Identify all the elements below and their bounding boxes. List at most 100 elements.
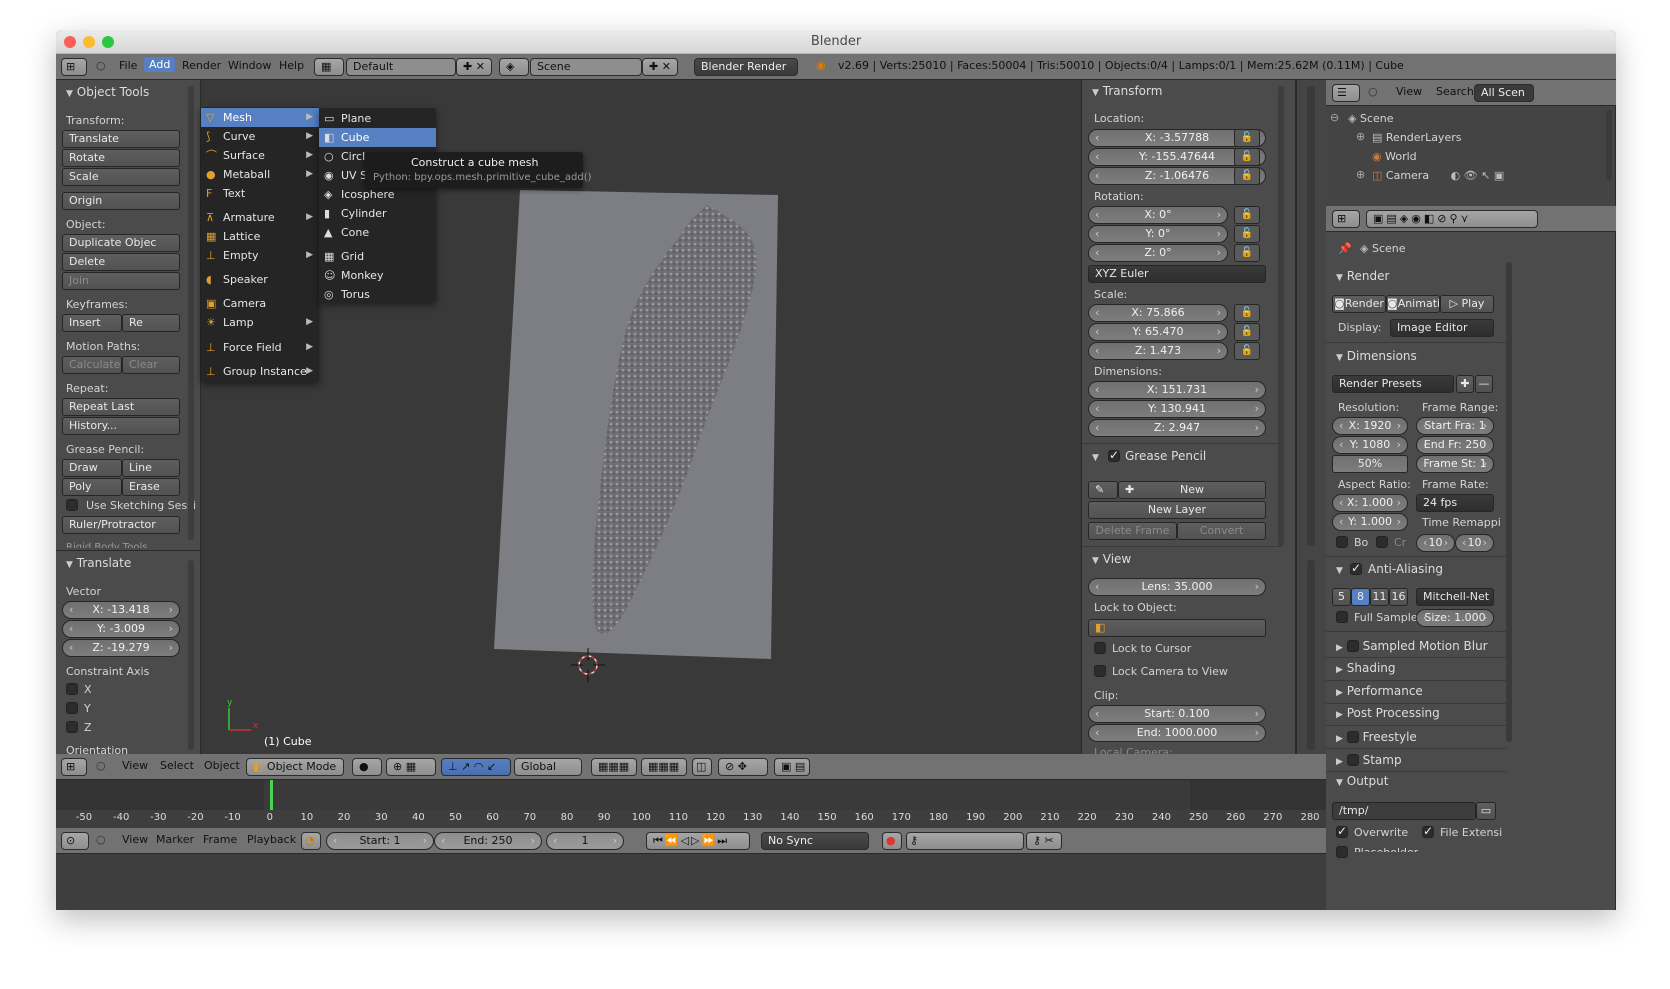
freestyle-header[interactable]: ▶ Freestyle: [1336, 729, 1417, 744]
fps-select[interactable]: 24 fps: [1416, 494, 1494, 512]
constraint-x-checkbox[interactable]: [66, 683, 78, 695]
rotate-button[interactable]: Rotate: [62, 149, 180, 167]
layout-add-remove[interactable]: ✚ ✕: [456, 58, 492, 76]
scene-add-remove[interactable]: ✚ ✕: [642, 58, 678, 76]
repeat-last-button[interactable]: Repeat Last: [62, 398, 180, 416]
outliner-item-renderlayers[interactable]: ▤ RenderLayers: [1372, 131, 1461, 144]
crop-checkbox[interactable]: [1376, 536, 1388, 548]
motion-blur-header[interactable]: ▶ Sampled Motion Blur: [1336, 638, 1488, 653]
scale-y-field[interactable]: Y: 65.470: [1088, 323, 1228, 341]
screen-layout-icon[interactable]: ▦: [314, 58, 344, 76]
add-menu-item-force-field[interactable]: ⊥ Force Field ▶: [201, 338, 319, 357]
layers-b-icon[interactable]: ▦▦▦: [641, 758, 687, 776]
menu-add[interactable]: Add: [144, 57, 176, 72]
expand-renderlayers-icon[interactable]: ⊕: [1356, 130, 1365, 143]
lock-location-z-icon[interactable]: 🔓: [1234, 167, 1260, 185]
vector-y-field[interactable]: Y: -3.009: [62, 620, 180, 638]
sync-mode-select[interactable]: No Sync: [761, 832, 869, 850]
grease-pencil-checkbox[interactable]: [1108, 448, 1120, 462]
timeline-editor-type-icon[interactable]: ⊙: [61, 832, 89, 850]
pencil-icon[interactable]: ✎: [1088, 481, 1118, 499]
properties-editor-scrollbar[interactable]: [1506, 262, 1512, 742]
lock-camera-checkbox[interactable]: [1094, 665, 1106, 677]
rotation-z-field[interactable]: Z: 0°: [1088, 244, 1228, 262]
end-field[interactable]: End: 250: [434, 832, 542, 850]
add-menu-item-speaker[interactable]: ◖ Speaker: [201, 270, 319, 289]
display-select[interactable]: Image Editor: [1390, 319, 1494, 337]
properties-editor-type-icon[interactable]: ⊞: [1332, 210, 1360, 228]
menu-file[interactable]: File: [119, 59, 137, 72]
clip-end-field[interactable]: End: 1000.000: [1088, 724, 1266, 742]
mesh-item-plane[interactable]: ▭ Plane: [319, 109, 436, 128]
aspect-y-field[interactable]: Y: 1.000: [1332, 513, 1408, 531]
poly-button[interactable]: Poly: [62, 478, 122, 496]
border-checkbox[interactable]: [1336, 536, 1348, 548]
erase-button[interactable]: Erase: [122, 478, 180, 496]
render-engine-select[interactable]: Blender Render: [694, 58, 798, 76]
pin-icon[interactable]: 📌: [1338, 242, 1352, 255]
file-extensions-checkbox[interactable]: [1422, 824, 1434, 838]
add-menu-item-curve[interactable]: ⟆ Curve ▶: [201, 127, 319, 146]
add-menu-item-surface[interactable]: ⌒ Surface ▶: [201, 146, 319, 165]
calculate-button[interactable]: Calculate: [62, 356, 122, 374]
join-button[interactable]: Join: [62, 272, 180, 290]
line-button[interactable]: Line: [122, 459, 180, 477]
object-mode-select[interactable]: ◧ Object Mode: [246, 758, 344, 776]
start-field[interactable]: Start: 1: [326, 832, 434, 850]
outliner-filter-select[interactable]: All Scen: [1474, 84, 1534, 102]
menu-render[interactable]: Render: [182, 59, 221, 72]
viewport-shading-icon[interactable]: ●: [352, 758, 382, 776]
add-menu-item-camera[interactable]: ▣ Camera: [201, 294, 319, 313]
insert-key-button[interactable]: Insert: [62, 314, 122, 332]
draw-button[interactable]: Draw: [62, 459, 122, 477]
playback-controls-icons[interactable]: ⏮⏪◁▷⏩⏭: [646, 832, 750, 850]
lock-scale-z-icon[interactable]: 🔓: [1234, 342, 1260, 360]
end-frame-field[interactable]: End Fr: 250: [1416, 436, 1494, 454]
outliner-item-world[interactable]: ◉ World: [1372, 150, 1417, 163]
origin-button[interactable]: Origin: [62, 192, 180, 210]
vector-x-field[interactable]: X: -13.418: [62, 601, 180, 619]
expand-scene-icon[interactable]: ⊖: [1330, 111, 1339, 124]
outliner-scrollbar[interactable]: [1606, 110, 1612, 180]
timeline-area[interactable]: [56, 780, 1326, 810]
vector-z-field[interactable]: Z: -19.279: [62, 639, 180, 657]
outliner-editor-type-icon[interactable]: ☰: [1332, 84, 1360, 102]
dimensions-x-field[interactable]: X: 151.731: [1088, 381, 1266, 399]
view3d-object-menu[interactable]: Object: [204, 759, 240, 772]
placeholders-checkbox[interactable]: [1336, 846, 1348, 858]
convert-button[interactable]: Convert: [1177, 522, 1266, 540]
timeline-frame-menu[interactable]: Frame: [203, 833, 237, 846]
remap-new-field[interactable]: 10: [1455, 534, 1494, 552]
rotation-x-field[interactable]: X: 0°: [1088, 206, 1228, 224]
dimensions-y-field[interactable]: Y: 130.941: [1088, 400, 1266, 418]
rotation-mode-select[interactable]: XYZ Euler: [1088, 265, 1266, 283]
layer-lock-icon[interactable]: ◫: [692, 758, 712, 776]
mesh-item-grid[interactable]: ▦ Grid: [319, 247, 436, 266]
delete-button[interactable]: Delete: [62, 253, 180, 271]
keying-set-field[interactable]: ⚷: [906, 832, 1024, 850]
manipulator-icons[interactable]: ⊥ ↗ ◠ ↙: [441, 758, 511, 776]
lock-object-field[interactable]: ◧: [1088, 619, 1266, 637]
minimize-window-icon[interactable]: [83, 36, 95, 48]
outliner-search-menu[interactable]: Search: [1436, 85, 1474, 98]
render-presets-select[interactable]: Render Presets: [1332, 375, 1454, 393]
timeline-view-menu[interactable]: View: [122, 833, 148, 846]
view3d-view-menu[interactable]: View: [122, 759, 148, 772]
clear-button[interactable]: Clear: [122, 356, 180, 374]
folder-icon[interactable]: ▭: [1476, 802, 1496, 820]
remove-key-button[interactable]: Re: [122, 314, 180, 332]
anti-aliasing-checkbox[interactable]: [1350, 561, 1362, 575]
render-button[interactable]: ◙Render: [1332, 295, 1386, 313]
scene-field[interactable]: Scene: [530, 58, 642, 76]
aa-samples-11[interactable]: 11: [1370, 588, 1389, 606]
mesh-item-cylinder[interactable]: ▮ Cylinder: [319, 204, 436, 223]
record-icon[interactable]: ●: [882, 832, 902, 850]
expand-camera-icon[interactable]: ⊕: [1356, 168, 1365, 181]
add-menu-item-armature[interactable]: ⊼ Armature ▶: [201, 208, 319, 227]
menu-help[interactable]: Help: [279, 59, 304, 72]
context-tabs-icons[interactable]: ▣▤◈◉◧⊘⚲⋎: [1366, 210, 1538, 228]
frame-step-field[interactable]: Frame St: 1: [1416, 455, 1494, 473]
view3d-select-menu[interactable]: Select: [160, 759, 194, 772]
history-button[interactable]: History...: [62, 417, 180, 435]
rotation-y-field[interactable]: Y: 0°: [1088, 225, 1228, 243]
